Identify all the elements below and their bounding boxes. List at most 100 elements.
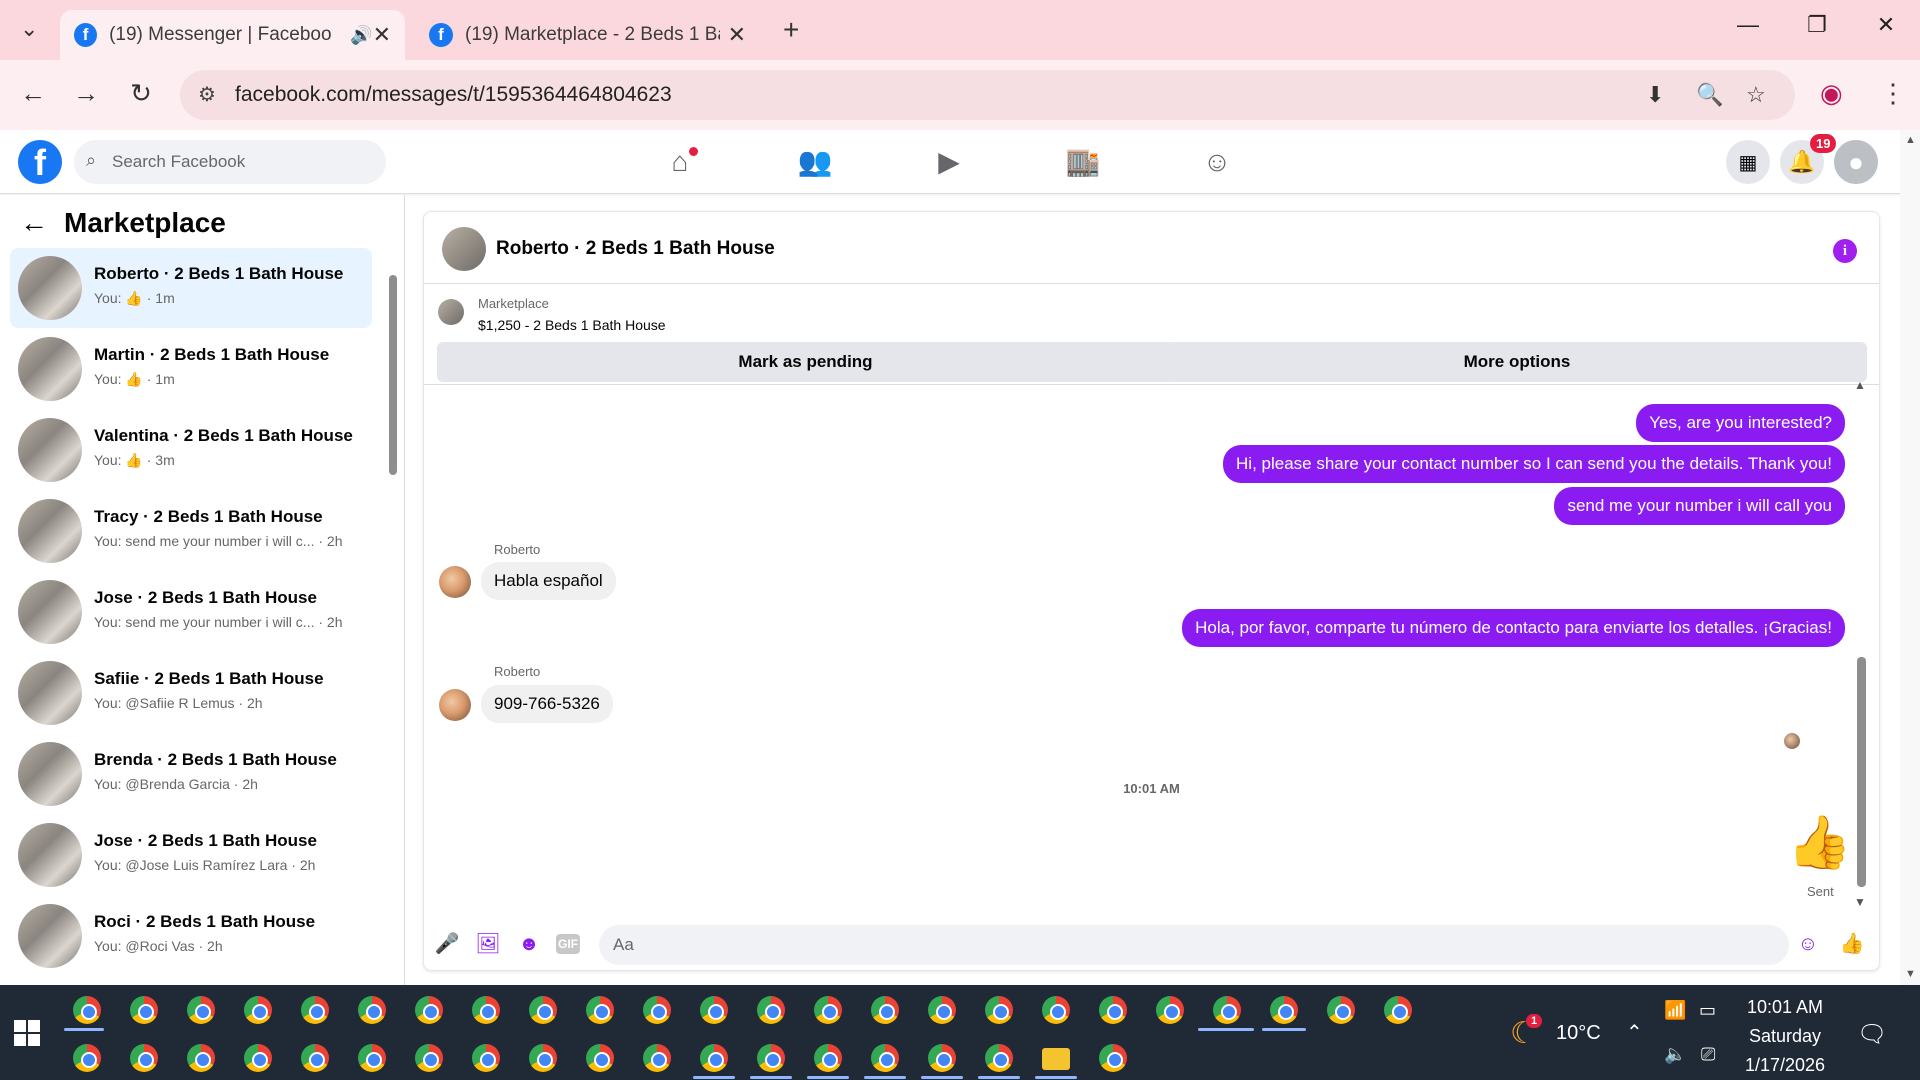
chrome-icon[interactable] xyxy=(472,1044,500,1072)
site-info-icon[interactable]: ⚙ xyxy=(198,82,216,107)
close-tab-icon[interactable]: ✕ xyxy=(728,22,746,48)
sender-avatar[interactable] xyxy=(439,689,471,721)
home-icon[interactable]: ⌂ xyxy=(655,142,705,182)
outgoing-message[interactable]: Yes, are you interested? xyxy=(1636,404,1845,442)
page-scrollbar[interactable]: ▲ ▼ xyxy=(1900,130,1920,985)
chrome-icon[interactable] xyxy=(529,996,557,1024)
conversation-item[interactable]: Jose · 2 Beds 1 Bath House You: send me … xyxy=(10,572,372,652)
chrome-icon[interactable] xyxy=(814,1044,842,1072)
chat-title[interactable]: Roberto · 2 Beds 1 Bath House xyxy=(496,238,775,260)
sidebar-scroll-thumb[interactable] xyxy=(389,275,397,475)
chrome-icon[interactable] xyxy=(244,1044,272,1072)
taskbar-clock[interactable]: 10:01 AM Saturday 1/17/2026 xyxy=(1720,993,1850,1080)
chrome-icon[interactable] xyxy=(871,1044,899,1072)
like-button-icon[interactable]: 👍 xyxy=(1839,931,1865,957)
info-icon[interactable]: i xyxy=(1833,239,1857,263)
chrome-icon[interactable] xyxy=(928,996,956,1024)
incoming-message[interactable]: Habla español xyxy=(481,562,616,600)
chrome-icon[interactable] xyxy=(985,996,1013,1024)
message-input[interactable] xyxy=(599,925,1789,965)
search-input[interactable] xyxy=(112,140,372,184)
chrome-icon[interactable] xyxy=(73,1044,101,1072)
chrome-icon[interactable] xyxy=(757,996,785,1024)
conversation-item[interactable]: Valentina · 2 Beds 1 Bath House You: 👍 ·… xyxy=(10,410,372,490)
sidebar-scrollbar[interactable] xyxy=(387,255,399,975)
weather-temp[interactable]: 10°C xyxy=(1556,1022,1601,1045)
chrome-icon[interactable] xyxy=(586,1044,614,1072)
outgoing-message[interactable]: send me your number i will call you xyxy=(1554,487,1845,525)
chrome-icon[interactable] xyxy=(187,1044,215,1072)
friends-icon[interactable]: 👥 xyxy=(790,142,840,182)
mark-as-pending-button[interactable]: Mark as pending xyxy=(437,342,1174,382)
microphone-icon[interactable]: 🎤 xyxy=(434,931,460,957)
chrome-icon[interactable] xyxy=(529,1044,557,1072)
chrome-icon[interactable] xyxy=(301,996,329,1024)
speaker-icon[interactable]: 🔊 xyxy=(350,25,372,46)
chrome-icon[interactable] xyxy=(73,996,101,1024)
chrome-icon[interactable] xyxy=(757,1044,785,1072)
chrome-icon[interactable] xyxy=(1156,996,1184,1024)
new-tab-icon[interactable]: + xyxy=(783,14,799,46)
tab-marketplace[interactable]: f (19) Marketplace - 2 Beds 1 Bat ✕ xyxy=(415,10,760,60)
conversation-item[interactable]: Tracy · 2 Beds 1 Bath House You: send me… xyxy=(10,491,372,571)
volume-icon[interactable]: 🔈 xyxy=(1664,1044,1686,1065)
sender-avatar[interactable] xyxy=(439,566,471,598)
omnibox[interactable]: ⚙ facebook.com/messages/t/15953644648046… xyxy=(180,70,1795,120)
emoji-icon[interactable]: ☺ xyxy=(1795,931,1821,957)
account-avatar[interactable]: ● xyxy=(1834,140,1878,184)
file-explorer-icon[interactable] xyxy=(1042,1048,1070,1070)
chrome-icon[interactable] xyxy=(358,996,386,1024)
chrome-icon[interactable] xyxy=(1327,996,1355,1024)
conversation-item[interactable]: Roberto · 2 Beds 1 Bath House You: 👍 · 1… xyxy=(10,248,372,328)
battery-icon[interactable]: ▭ xyxy=(1699,1000,1716,1021)
close-tab-icon[interactable]: ✕ xyxy=(373,22,391,48)
chrome-icon[interactable] xyxy=(187,996,215,1024)
chrome-icon[interactable] xyxy=(1270,996,1298,1024)
bookmark-star-icon[interactable]: ☆ xyxy=(1746,82,1766,108)
conversation-item[interactable]: Martin · 2 Beds 1 Bath House You: 👍 · 1m xyxy=(10,329,372,409)
chrome-icon[interactable] xyxy=(1384,996,1412,1024)
chrome-icon[interactable] xyxy=(358,1044,386,1072)
install-app-icon[interactable]: ⬇ xyxy=(1646,82,1664,108)
chat-avatar[interactable] xyxy=(442,227,486,271)
chat-scroll-thumb[interactable] xyxy=(1857,657,1866,887)
profile-icon[interactable]: ◉ xyxy=(1820,78,1843,109)
chrome-icon[interactable] xyxy=(1042,996,1070,1024)
tab-messenger[interactable]: f (19) Messenger | Facebook 🔊 ✕ xyxy=(60,10,405,60)
chrome-icon[interactable] xyxy=(643,1044,671,1072)
listing-title[interactable]: $1,250 - 2 Beds 1 Bath House xyxy=(478,317,666,333)
chrome-icon[interactable] xyxy=(130,1044,158,1072)
groups-icon[interactable]: ☺ xyxy=(1192,142,1242,182)
conversation-item[interactable]: Jose · 2 Beds 1 Bath House You: @Jose Lu… xyxy=(10,815,372,895)
reload-icon[interactable]: ↻ xyxy=(121,78,161,109)
chrome-icon[interactable] xyxy=(244,996,272,1024)
chrome-icon[interactable] xyxy=(472,996,500,1024)
chrome-icon[interactable] xyxy=(1099,1044,1127,1072)
chrome-icon[interactable] xyxy=(130,996,158,1024)
back-arrow-icon[interactable]: ← xyxy=(20,207,48,239)
menu-kebab-icon[interactable]: ⋮ xyxy=(1880,78,1906,109)
chrome-icon[interactable] xyxy=(928,1044,956,1072)
chrome-icon[interactable] xyxy=(415,996,443,1024)
outgoing-message[interactable]: Hi, please share your contact number so … xyxy=(1223,445,1845,483)
url-text[interactable]: facebook.com/messages/t/1595364464804623 xyxy=(235,83,672,107)
search-box[interactable]: ⌕ xyxy=(74,140,386,184)
forward-icon[interactable]: → xyxy=(66,78,106,109)
back-icon[interactable]: ← xyxy=(13,78,53,109)
windows-start-icon[interactable] xyxy=(14,1020,40,1046)
chrome-icon[interactable] xyxy=(1213,996,1241,1024)
chat-scrollbar[interactable]: ▲ ▼ xyxy=(1854,378,1868,912)
display-icon[interactable]: ⎚ xyxy=(1701,1044,1715,1065)
tab-list-chevron-icon[interactable]: ⌄ xyxy=(20,16,38,42)
chrome-icon[interactable] xyxy=(415,1044,443,1072)
chrome-icon[interactable] xyxy=(700,996,728,1024)
gif-icon[interactable]: GIF xyxy=(556,934,580,954)
notification-center-icon[interactable]: 🗨 xyxy=(1857,1020,1887,1049)
chrome-icon[interactable] xyxy=(871,996,899,1024)
zoom-icon[interactable]: 🔍 xyxy=(1696,82,1723,108)
incoming-message[interactable]: 909-766-5326 xyxy=(481,685,613,723)
menu-grid-button[interactable]: ▦ xyxy=(1726,140,1770,184)
video-icon[interactable]: ▶ xyxy=(924,142,974,182)
photo-icon[interactable]: 🖼 xyxy=(475,931,501,957)
chrome-icon[interactable] xyxy=(301,1044,329,1072)
